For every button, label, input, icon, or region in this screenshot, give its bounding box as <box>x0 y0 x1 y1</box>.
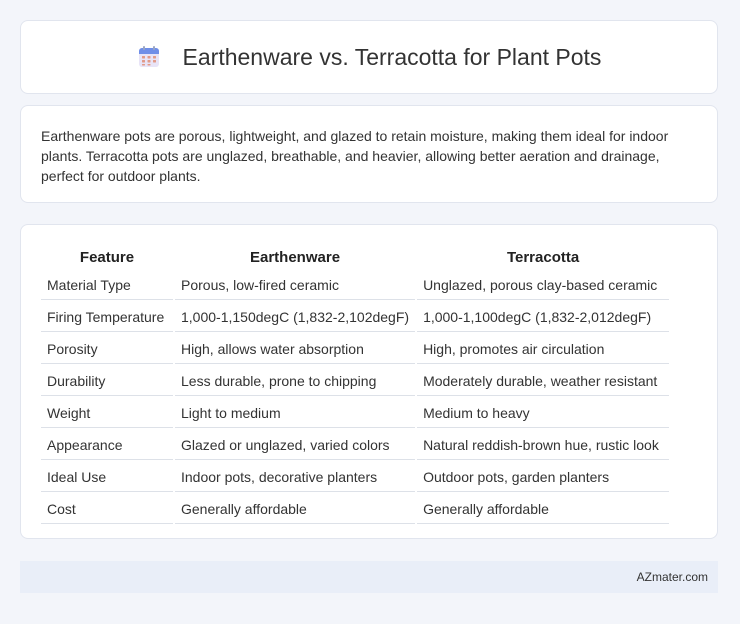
feature-cell: Ideal Use <box>41 462 173 492</box>
page-title: Earthenware vs. Terracotta for Plant Pot… <box>182 43 602 70</box>
earthenware-cell: Glazed or unglazed, varied colors <box>175 430 416 460</box>
earthenware-cell: Indoor pots, decorative planters <box>175 462 416 492</box>
table-header-row: Feature Earthenware Terracotta <box>41 245 669 268</box>
description-text: Earthenware pots are porous, lightweight… <box>41 128 669 184</box>
terracotta-cell: Natural reddish-brown hue, rustic look <box>417 430 670 460</box>
feature-cell: Durability <box>41 366 173 396</box>
title-card: Earthenware vs. Terracotta for Plant Pot… <box>20 20 718 94</box>
table-row: Ideal Use Indoor pots, decorative plante… <box>41 462 670 492</box>
terracotta-cell: Generally affordable <box>417 494 670 524</box>
description-card: Earthenware pots are porous, lightweight… <box>20 105 718 203</box>
footer-bar: AZmater.com <box>20 561 718 593</box>
header-feature: Feature <box>79 249 135 266</box>
table-row: Material Type Porous, low-fired ceramic … <box>41 270 670 300</box>
earthenware-cell: Porous, low-fired ceramic <box>175 270 416 300</box>
feature-cell: Appearance <box>41 430 173 460</box>
earthenware-cell: Less durable, prone to chipping <box>175 366 416 396</box>
calendar-icon <box>137 45 161 69</box>
footer-brand: AZmater.com <box>636 570 708 584</box>
header-earthenware: Earthenware <box>250 249 341 266</box>
feature-cell: Cost <box>41 494 173 524</box>
terracotta-cell: 1,000-1,100degC (1,832-2,012degF) <box>417 302 670 332</box>
feature-cell: Porosity <box>41 334 173 364</box>
feature-cell: Firing Temperature <box>41 302 173 332</box>
earthenware-cell: High, allows water absorption <box>175 334 416 364</box>
feature-cell: Material Type <box>41 270 173 300</box>
terracotta-cell: High, promotes air circulation <box>417 334 670 364</box>
comparison-table: Feature Earthenware Terracotta Material … <box>39 243 671 526</box>
table-row: Appearance Glazed or unglazed, varied co… <box>41 430 670 460</box>
table-row: Cost Generally affordable Generally affo… <box>41 494 670 524</box>
table-row: Firing Temperature 1,000-1,150degC (1,83… <box>41 302 670 332</box>
earthenware-cell: Generally affordable <box>175 494 416 524</box>
terracotta-cell: Medium to heavy <box>417 398 670 428</box>
comparison-card: Feature Earthenware Terracotta Material … <box>20 224 718 539</box>
earthenware-cell: Light to medium <box>175 398 416 428</box>
feature-cell: Weight <box>41 398 173 428</box>
header-terracotta: Terracotta <box>506 249 580 266</box>
earthenware-cell: 1,000-1,150degC (1,832-2,102degF) <box>175 302 416 332</box>
terracotta-cell: Moderately durable, weather resistant <box>417 366 670 396</box>
terracotta-cell: Outdoor pots, garden planters <box>417 462 670 492</box>
terracotta-cell: Unglazed, porous clay-based ceramic <box>417 270 670 300</box>
table-row: Durability Less durable, prone to chippi… <box>41 366 670 396</box>
table-row: Weight Light to medium Medium to heavy <box>41 398 670 428</box>
table-row: Porosity High, allows water absorption H… <box>41 334 670 364</box>
title-row: Earthenware vs. Terracotta for Plant Pot… <box>137 43 602 71</box>
